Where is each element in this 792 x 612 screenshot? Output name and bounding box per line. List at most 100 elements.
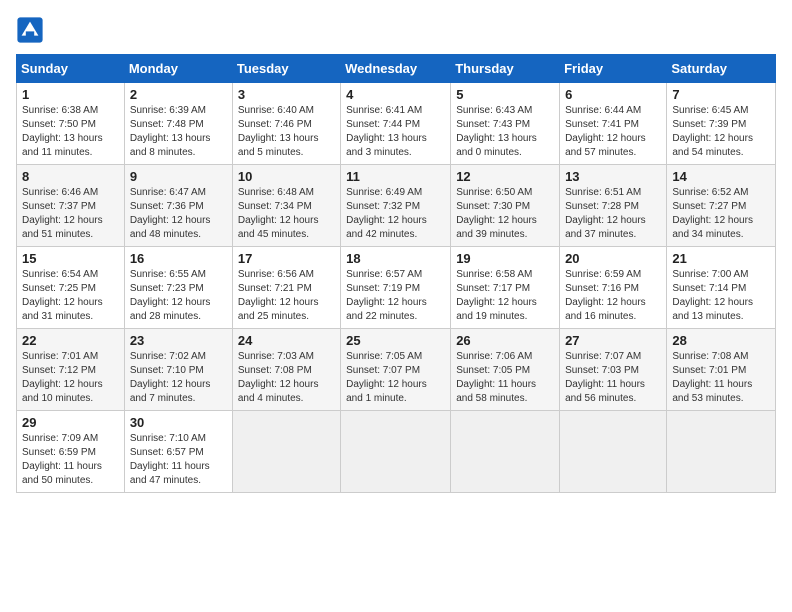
calendar-cell: 2 Sunrise: 6:39 AMSunset: 7:48 PMDayligh… [124,83,232,165]
calendar-cell: 4 Sunrise: 6:41 AMSunset: 7:44 PMDayligh… [341,83,451,165]
day-number: 30 [130,415,227,430]
calendar-cell: 18 Sunrise: 6:57 AMSunset: 7:19 PMDaylig… [341,247,451,329]
day-detail: Sunrise: 6:51 AMSunset: 7:28 PMDaylight:… [565,187,646,240]
calendar-cell: 1 Sunrise: 6:38 AMSunset: 7:50 PMDayligh… [17,83,125,165]
header-monday: Monday [124,55,232,83]
day-number: 4 [346,87,445,102]
calendar-cell: 15 Sunrise: 6:54 AMSunset: 7:25 PMDaylig… [17,247,125,329]
day-detail: Sunrise: 6:39 AMSunset: 7:48 PMDaylight:… [130,105,211,158]
calendar-cell: 12 Sunrise: 6:50 AMSunset: 7:30 PMDaylig… [451,165,560,247]
day-detail: Sunrise: 6:55 AMSunset: 7:23 PMDaylight:… [130,269,211,322]
calendar-cell: 14 Sunrise: 6:52 AMSunset: 7:27 PMDaylig… [667,165,776,247]
calendar-cell: 16 Sunrise: 6:55 AMSunset: 7:23 PMDaylig… [124,247,232,329]
header-sunday: Sunday [17,55,125,83]
day-detail: Sunrise: 6:52 AMSunset: 7:27 PMDaylight:… [672,187,753,240]
calendar-table: SundayMondayTuesdayWednesdayThursdayFrid… [16,54,776,493]
header-tuesday: Tuesday [232,55,340,83]
calendar-cell: 28 Sunrise: 7:08 AMSunset: 7:01 PMDaylig… [667,329,776,411]
day-number: 3 [238,87,335,102]
day-number: 26 [456,333,554,348]
day-number: 28 [672,333,770,348]
calendar-cell: 25 Sunrise: 7:05 AMSunset: 7:07 PMDaylig… [341,329,451,411]
calendar-cell: 26 Sunrise: 7:06 AMSunset: 7:05 PMDaylig… [451,329,560,411]
day-number: 17 [238,251,335,266]
day-detail: Sunrise: 6:46 AMSunset: 7:37 PMDaylight:… [22,187,103,240]
calendar-cell: 6 Sunrise: 6:44 AMSunset: 7:41 PMDayligh… [560,83,667,165]
day-detail: Sunrise: 6:57 AMSunset: 7:19 PMDaylight:… [346,269,427,322]
day-number: 25 [346,333,445,348]
day-detail: Sunrise: 6:58 AMSunset: 7:17 PMDaylight:… [456,269,537,322]
calendar-cell: 5 Sunrise: 6:43 AMSunset: 7:43 PMDayligh… [451,83,560,165]
logo-icon [16,16,44,44]
calendar-cell [341,411,451,493]
day-detail: Sunrise: 7:06 AMSunset: 7:05 PMDaylight:… [456,351,536,404]
day-detail: Sunrise: 7:10 AMSunset: 6:57 PMDaylight:… [130,433,210,486]
day-detail: Sunrise: 7:05 AMSunset: 7:07 PMDaylight:… [346,351,427,404]
day-detail: Sunrise: 7:07 AMSunset: 7:03 PMDaylight:… [565,351,645,404]
calendar-cell: 23 Sunrise: 7:02 AMSunset: 7:10 PMDaylig… [124,329,232,411]
day-detail: Sunrise: 6:56 AMSunset: 7:21 PMDaylight:… [238,269,319,322]
day-number: 21 [672,251,770,266]
page-header [16,16,776,44]
calendar-cell: 10 Sunrise: 6:48 AMSunset: 7:34 PMDaylig… [232,165,340,247]
day-number: 29 [22,415,119,430]
calendar-cell: 11 Sunrise: 6:49 AMSunset: 7:32 PMDaylig… [341,165,451,247]
day-detail: Sunrise: 7:09 AMSunset: 6:59 PMDaylight:… [22,433,102,486]
calendar-cell: 9 Sunrise: 6:47 AMSunset: 7:36 PMDayligh… [124,165,232,247]
day-number: 19 [456,251,554,266]
calendar-cell: 24 Sunrise: 7:03 AMSunset: 7:08 PMDaylig… [232,329,340,411]
calendar-cell: 22 Sunrise: 7:01 AMSunset: 7:12 PMDaylig… [17,329,125,411]
day-detail: Sunrise: 7:02 AMSunset: 7:10 PMDaylight:… [130,351,211,404]
header-row: SundayMondayTuesdayWednesdayThursdayFrid… [17,55,776,83]
calendar-week-5: 29 Sunrise: 7:09 AMSunset: 6:59 PMDaylig… [17,411,776,493]
day-detail: Sunrise: 6:47 AMSunset: 7:36 PMDaylight:… [130,187,211,240]
day-detail: Sunrise: 6:48 AMSunset: 7:34 PMDaylight:… [238,187,319,240]
day-number: 7 [672,87,770,102]
day-number: 22 [22,333,119,348]
header-saturday: Saturday [667,55,776,83]
day-detail: Sunrise: 7:03 AMSunset: 7:08 PMDaylight:… [238,351,319,404]
day-number: 20 [565,251,661,266]
day-number: 13 [565,169,661,184]
day-number: 27 [565,333,661,348]
day-number: 24 [238,333,335,348]
calendar-cell: 17 Sunrise: 6:56 AMSunset: 7:21 PMDaylig… [232,247,340,329]
day-number: 11 [346,169,445,184]
day-detail: Sunrise: 6:40 AMSunset: 7:46 PMDaylight:… [238,105,319,158]
day-detail: Sunrise: 7:00 AMSunset: 7:14 PMDaylight:… [672,269,753,322]
day-number: 1 [22,87,119,102]
calendar-cell [667,411,776,493]
day-detail: Sunrise: 6:43 AMSunset: 7:43 PMDaylight:… [456,105,537,158]
day-detail: Sunrise: 6:49 AMSunset: 7:32 PMDaylight:… [346,187,427,240]
day-detail: Sunrise: 6:44 AMSunset: 7:41 PMDaylight:… [565,105,646,158]
day-detail: Sunrise: 6:41 AMSunset: 7:44 PMDaylight:… [346,105,427,158]
calendar-cell: 30 Sunrise: 7:10 AMSunset: 6:57 PMDaylig… [124,411,232,493]
calendar-cell [560,411,667,493]
header-wednesday: Wednesday [341,55,451,83]
header-friday: Friday [560,55,667,83]
day-number: 8 [22,169,119,184]
day-number: 12 [456,169,554,184]
calendar-cell: 13 Sunrise: 6:51 AMSunset: 7:28 PMDaylig… [560,165,667,247]
day-detail: Sunrise: 7:08 AMSunset: 7:01 PMDaylight:… [672,351,752,404]
calendar-cell: 27 Sunrise: 7:07 AMSunset: 7:03 PMDaylig… [560,329,667,411]
day-number: 2 [130,87,227,102]
day-detail: Sunrise: 7:01 AMSunset: 7:12 PMDaylight:… [22,351,103,404]
calendar-cell: 29 Sunrise: 7:09 AMSunset: 6:59 PMDaylig… [17,411,125,493]
day-detail: Sunrise: 6:54 AMSunset: 7:25 PMDaylight:… [22,269,103,322]
calendar-week-2: 8 Sunrise: 6:46 AMSunset: 7:37 PMDayligh… [17,165,776,247]
day-number: 23 [130,333,227,348]
calendar-cell: 7 Sunrise: 6:45 AMSunset: 7:39 PMDayligh… [667,83,776,165]
day-number: 16 [130,251,227,266]
day-detail: Sunrise: 6:45 AMSunset: 7:39 PMDaylight:… [672,105,753,158]
calendar-cell: 19 Sunrise: 6:58 AMSunset: 7:17 PMDaylig… [451,247,560,329]
day-detail: Sunrise: 6:50 AMSunset: 7:30 PMDaylight:… [456,187,537,240]
calendar-week-4: 22 Sunrise: 7:01 AMSunset: 7:12 PMDaylig… [17,329,776,411]
day-number: 18 [346,251,445,266]
calendar-week-1: 1 Sunrise: 6:38 AMSunset: 7:50 PMDayligh… [17,83,776,165]
day-number: 6 [565,87,661,102]
calendar-cell: 8 Sunrise: 6:46 AMSunset: 7:37 PMDayligh… [17,165,125,247]
day-number: 5 [456,87,554,102]
day-number: 15 [22,251,119,266]
calendar-cell: 21 Sunrise: 7:00 AMSunset: 7:14 PMDaylig… [667,247,776,329]
